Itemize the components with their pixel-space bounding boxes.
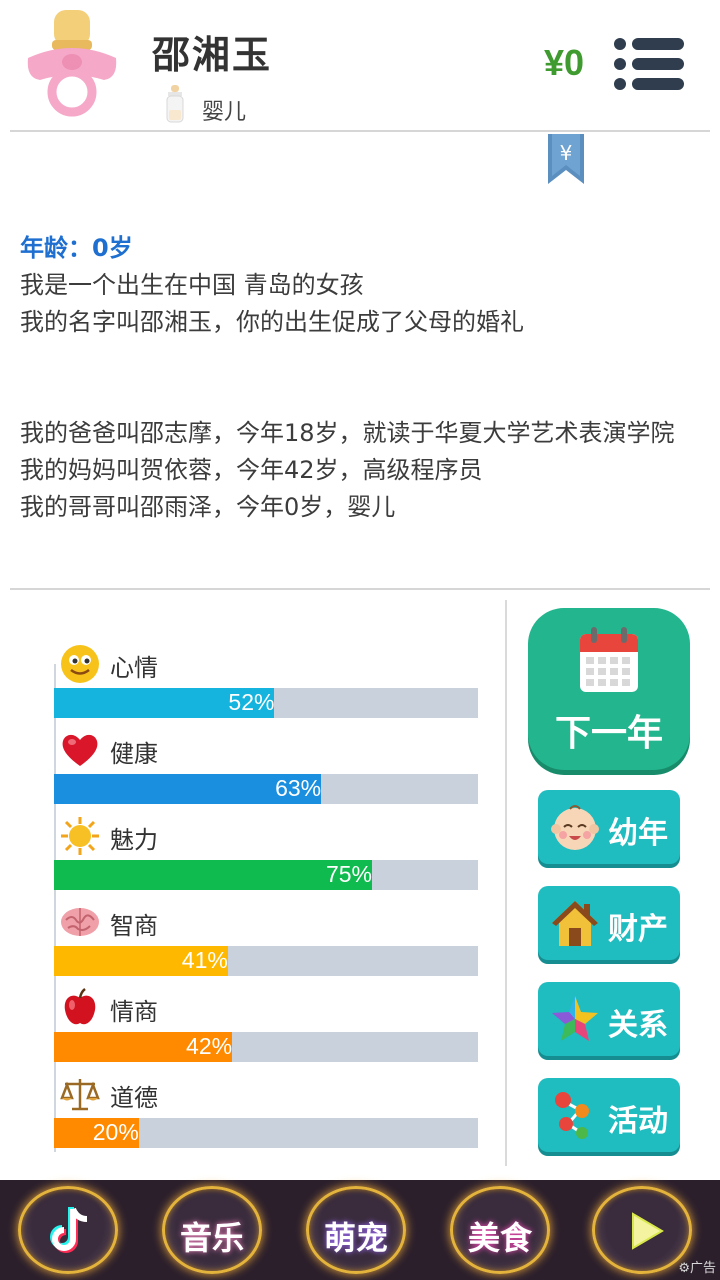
stat-bar-fill: 42%: [54, 1032, 233, 1062]
stat-percent: 20%: [92, 1119, 139, 1145]
music-button[interactable]: 音乐: [162, 1186, 262, 1274]
stat-percent: 63%: [275, 775, 322, 801]
yuan-bookmark-icon[interactable]: ¥: [546, 134, 586, 186]
menu-icon[interactable]: [612, 36, 686, 92]
life-story: 年龄：0岁 我是一个出生在中国 青岛的女孩 我的名字叫邵湘玉，你的出生促成了父母…: [20, 230, 710, 526]
property-button[interactable]: 财产: [538, 886, 680, 960]
header: 邵湘玉 婴儿 ¥0: [0, 0, 720, 132]
stat-bar-fill: 63%: [54, 774, 322, 804]
activities-button[interactable]: 活动: [538, 1078, 680, 1152]
story-line: 我是一个出生在中国 青岛的女孩: [20, 271, 364, 299]
star-icon: [552, 996, 598, 1041]
stat-morality: 道德 20%: [54, 1062, 478, 1148]
tiktok-button[interactable]: [18, 1186, 118, 1274]
property-label: 财产: [608, 912, 668, 947]
food-label: 美食: [467, 1219, 532, 1257]
activity-dots-icon: [555, 1092, 589, 1139]
stat-label: 情商: [110, 998, 158, 1026]
baby-bottle-icon: [166, 85, 184, 123]
stat-bar-track: 41%: [54, 946, 478, 976]
scales-icon: [60, 1079, 100, 1111]
story-line: 我的哥哥叫邵雨泽，今年0岁，婴儿: [20, 493, 396, 521]
stat-bar-track: 75%: [54, 860, 478, 890]
smiley-icon: [61, 645, 99, 683]
life-stage-label: 婴儿: [202, 100, 247, 125]
pets-label: 萌宠: [323, 1219, 388, 1257]
relations-label: 关系: [608, 1008, 668, 1043]
bottom-promo-bar: 音乐 萌宠 美食 ⚙广告: [0, 1180, 720, 1280]
stat-label: 智商: [110, 912, 158, 940]
stat-label: 道德: [110, 1084, 158, 1112]
story-line: [20, 341, 710, 378]
stat-bar-fill: 41%: [54, 946, 228, 976]
relations-button[interactable]: 关系: [538, 982, 680, 1056]
next-year-button[interactable]: 下一年: [528, 608, 690, 770]
brain-icon: [61, 908, 99, 936]
panel-divider: [505, 600, 507, 1166]
story-line: [20, 378, 710, 415]
childhood-button[interactable]: 幼年: [538, 790, 680, 864]
music-label: 音乐: [179, 1219, 244, 1257]
money-balance: ¥0: [544, 42, 585, 83]
food-button[interactable]: 美食: [450, 1186, 550, 1274]
baby-face-icon: [551, 805, 599, 850]
story-line: 我的妈妈叫贺依蓉，今年42岁，高级程序员: [20, 456, 483, 484]
tiktok-icon: [50, 1207, 88, 1253]
stat-label: 健康: [110, 740, 158, 768]
pacifier-avatar-icon: [27, 10, 117, 117]
childhood-label: 幼年: [608, 816, 668, 851]
story-line: 我的爸爸叫邵志摩，今年18岁，就读于华夏大学艺术表演学院: [20, 419, 675, 447]
stat-bar-track: 63%: [54, 774, 478, 804]
svg-text:¥: ¥: [560, 141, 573, 165]
stat-percent: 42%: [186, 1033, 233, 1059]
stat-mood: 心情 52%: [54, 632, 478, 718]
stat-percent: 52%: [228, 689, 275, 715]
pets-button[interactable]: 萌宠: [306, 1186, 406, 1274]
age-line: 年龄：0岁: [20, 234, 133, 262]
stat-iq: 智商 41%: [54, 890, 478, 976]
stat-bar-track: 52%: [54, 688, 478, 718]
stat-bar-fill: 20%: [54, 1118, 139, 1148]
stat-percent: 75%: [325, 861, 372, 887]
stat-bar-fill: 75%: [54, 860, 372, 890]
story-divider: [10, 588, 710, 590]
play-button[interactable]: [592, 1186, 692, 1274]
stat-bar-fill: 52%: [54, 688, 275, 718]
sun-icon: [61, 817, 99, 855]
stat-label: 心情: [110, 654, 158, 682]
stat-percent: 41%: [181, 947, 228, 973]
calendar-icon: [580, 627, 638, 692]
stat-label: 魅力: [110, 826, 158, 854]
stat-health: 健康 63%: [54, 718, 478, 804]
next-year-label: 下一年: [554, 713, 663, 754]
play-icon: [632, 1212, 664, 1250]
apple-icon: [64, 988, 96, 1025]
house-icon: [552, 901, 598, 946]
header-divider: [10, 130, 710, 132]
ad-label: ⚙广告: [678, 1261, 716, 1276]
stat-bar-track: 42%: [54, 1032, 478, 1062]
story-line: 我的名字叫邵湘玉，你的出生促成了父母的婚礼: [20, 308, 524, 336]
stat-eq: 情商 42%: [54, 976, 478, 1062]
stat-bar-track: 20%: [54, 1118, 478, 1148]
heart-icon: [62, 734, 98, 766]
activities-label: 活动: [608, 1104, 668, 1139]
stat-charm: 魅力 75%: [54, 804, 478, 890]
character-name: 邵湘玉: [152, 33, 273, 77]
